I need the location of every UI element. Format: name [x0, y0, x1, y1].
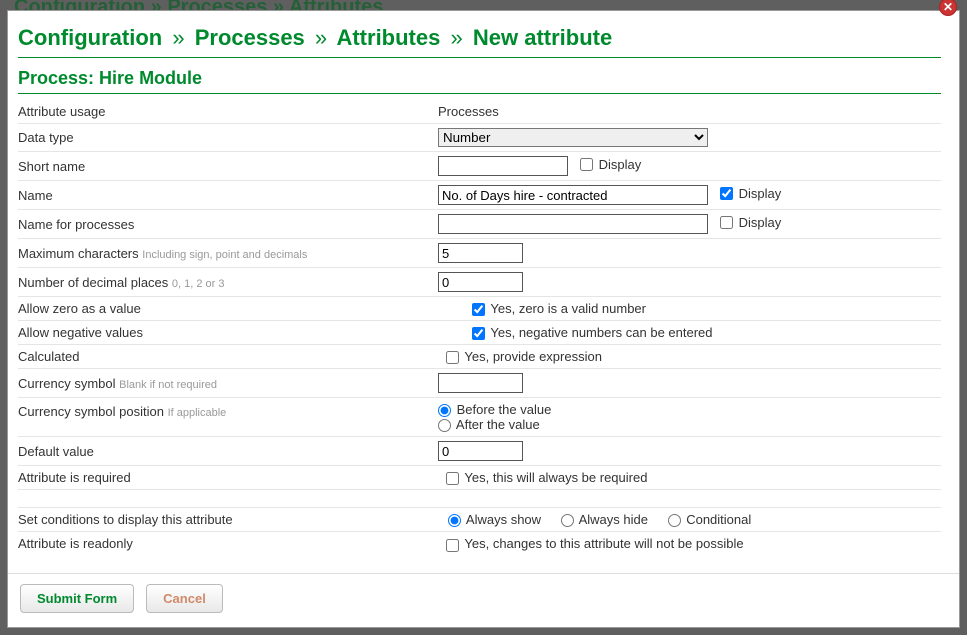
new-attribute-dialog: Configuration » Processes » Attributes »… — [7, 10, 960, 628]
required-checkbox[interactable] — [446, 472, 459, 485]
currency-after-radio[interactable] — [438, 419, 451, 432]
calculated-text: Yes, provide expression — [464, 349, 602, 364]
readonly-checkbox[interactable] — [446, 539, 459, 552]
label-name-for-processes: Name for processes — [18, 210, 438, 239]
label-default-value: Default value — [18, 437, 438, 466]
name-for-processes-display-label: Display — [739, 215, 782, 230]
row-currency-symbol: Currency symbol Blank if not required — [18, 369, 941, 398]
process-title: Process: Hire Module — [18, 68, 941, 94]
breadcrumb-part: New attribute — [473, 25, 612, 50]
breadcrumb-sep: » — [168, 25, 188, 50]
dialog-body: Configuration » Processes » Attributes »… — [8, 11, 959, 573]
currency-symbol-input[interactable] — [438, 373, 523, 393]
decimal-places-input[interactable] — [438, 272, 523, 292]
breadcrumb: Configuration » Processes » Attributes »… — [18, 25, 941, 58]
submit-button[interactable]: Submit Form — [20, 584, 134, 613]
allow-negative-text: Yes, negative numbers can be entered — [490, 325, 712, 340]
value-attribute-usage: Processes — [438, 100, 941, 124]
breadcrumb-part[interactable]: Processes — [195, 25, 305, 50]
name-input[interactable] — [438, 185, 708, 205]
label-short-name: Short name — [18, 152, 438, 181]
label-attribute-readonly: Attribute is readonly — [18, 532, 438, 556]
data-type-select[interactable]: Number — [438, 128, 708, 147]
label-calculated: Calculated — [18, 345, 438, 369]
conditions-always-show-radio[interactable] — [448, 514, 461, 527]
hint-max-chars: Including sign, point and decimals — [142, 249, 307, 261]
row-allow-negative: Allow negative values Yes, negative numb… — [18, 321, 941, 345]
hint-currency-position: If applicable — [168, 407, 227, 419]
row-currency-position: Currency symbol position If applicable B… — [18, 398, 941, 437]
spacer — [18, 490, 941, 508]
allow-zero-text: Yes, zero is a valid number — [490, 301, 646, 316]
process-title-name: Hire Module — [99, 68, 202, 88]
row-attribute-usage: Attribute usage Processes — [18, 100, 941, 124]
conditions-always-show-text: Always show — [466, 512, 541, 527]
label-allow-negative: Allow negative values — [18, 321, 438, 345]
hint-currency-symbol: Blank if not required — [119, 379, 217, 391]
attribute-form: Attribute usage Processes Data type Numb… — [18, 100, 941, 556]
label-allow-zero: Allow zero as a value — [18, 297, 438, 321]
row-attribute-required: Attribute is required Yes, this will alw… — [18, 466, 941, 490]
cancel-button[interactable]: Cancel — [146, 584, 223, 613]
short-name-display-checkbox[interactable] — [580, 158, 593, 171]
readonly-text: Yes, changes to this attribute will not … — [464, 536, 743, 551]
breadcrumb-part[interactable]: Attributes — [336, 25, 440, 50]
dialog-footer: Submit Form Cancel — [8, 573, 959, 627]
label-max-chars: Maximum characters — [18, 246, 139, 261]
default-value-input[interactable] — [438, 441, 523, 461]
row-calculated: Calculated Yes, provide expression — [18, 345, 941, 369]
label-attribute-usage: Attribute usage — [18, 100, 438, 124]
short-name-input[interactable] — [438, 156, 568, 176]
name-for-processes-input[interactable] — [438, 214, 708, 234]
short-name-display-label: Display — [599, 157, 642, 172]
conditions-always-hide-text: Always hide — [579, 512, 648, 527]
row-name: Name Display — [18, 181, 941, 210]
process-title-prefix: Process: — [18, 68, 99, 88]
required-text: Yes, this will always be required — [464, 470, 647, 485]
breadcrumb-sep: » — [446, 25, 466, 50]
name-display-checkbox[interactable] — [720, 187, 733, 200]
currency-before-radio[interactable] — [438, 404, 451, 417]
row-data-type: Data type Number — [18, 124, 941, 152]
label-data-type: Data type — [18, 124, 438, 152]
label-attribute-required: Attribute is required — [18, 466, 438, 490]
label-currency-position: Currency symbol position — [18, 404, 164, 419]
hint-decimal-places: 0, 1, 2 or 3 — [172, 278, 225, 290]
currency-after-text: After the value — [456, 417, 540, 432]
conditions-always-hide-radio[interactable] — [561, 514, 574, 527]
row-allow-zero: Allow zero as a value Yes, zero is a val… — [18, 297, 941, 321]
allow-zero-checkbox[interactable] — [472, 303, 485, 316]
breadcrumb-sep: » — [311, 25, 331, 50]
label-set-conditions: Set conditions to display this attribute — [18, 508, 438, 532]
calculated-checkbox[interactable] — [446, 351, 459, 364]
row-short-name: Short name Display — [18, 152, 941, 181]
row-default-value: Default value — [18, 437, 941, 466]
conditions-conditional-radio[interactable] — [668, 514, 681, 527]
max-chars-input[interactable] — [438, 243, 523, 263]
label-currency-symbol: Currency symbol — [18, 376, 116, 391]
allow-negative-checkbox[interactable] — [472, 327, 485, 340]
row-set-conditions: Set conditions to display this attribute… — [18, 508, 941, 532]
label-name: Name — [18, 181, 438, 210]
label-decimal-places: Number of decimal places — [18, 275, 168, 290]
row-attribute-readonly: Attribute is readonly Yes, changes to th… — [18, 532, 941, 556]
row-decimal-places: Number of decimal places 0, 1, 2 or 3 — [18, 268, 941, 297]
row-max-chars: Maximum characters Including sign, point… — [18, 239, 941, 268]
currency-before-text: Before the value — [457, 402, 552, 417]
name-for-processes-display-checkbox[interactable] — [720, 216, 733, 229]
breadcrumb-part[interactable]: Configuration — [18, 25, 162, 50]
conditions-conditional-text: Conditional — [686, 512, 751, 527]
name-display-label: Display — [739, 186, 782, 201]
row-name-for-processes: Name for processes Display — [18, 210, 941, 239]
